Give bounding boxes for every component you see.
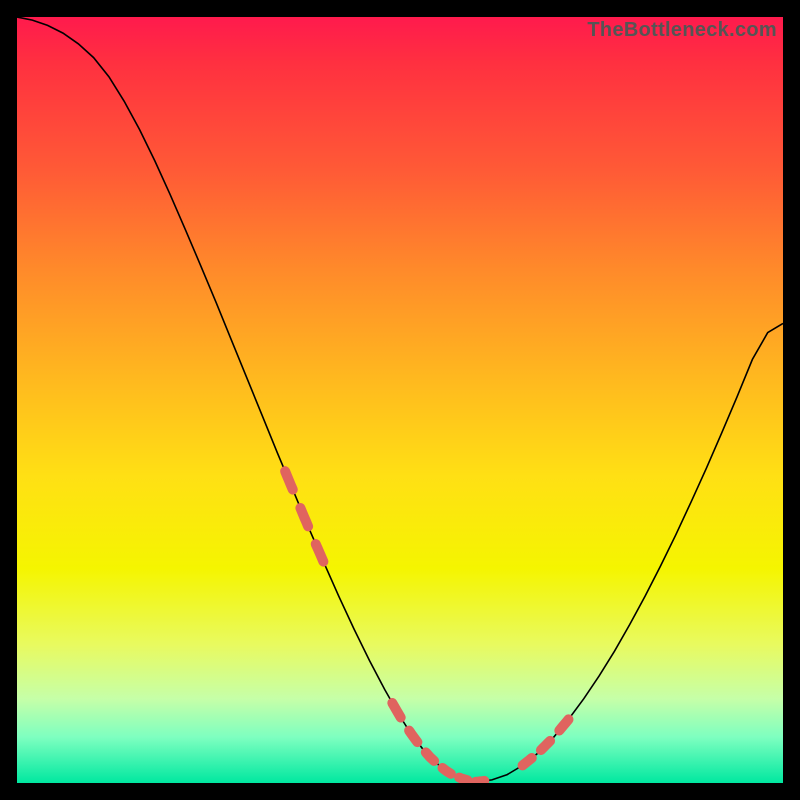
highlight-dash bbox=[426, 752, 434, 761]
curve-highlight-dashes bbox=[285, 471, 568, 782]
highlight-dash bbox=[523, 758, 532, 765]
highlight-dash bbox=[285, 471, 293, 489]
chart-frame: TheBottleneck.com bbox=[0, 0, 800, 800]
highlight-dash bbox=[316, 544, 324, 562]
highlight-dash bbox=[392, 703, 400, 718]
plot-gradient-background: TheBottleneck.com bbox=[17, 17, 783, 783]
highlight-dash bbox=[459, 778, 467, 781]
bottleneck-curve bbox=[17, 17, 783, 783]
highlight-dash bbox=[476, 781, 484, 782]
curve-path bbox=[17, 17, 783, 782]
highlight-dash bbox=[443, 768, 451, 774]
highlight-dash bbox=[541, 741, 550, 750]
highlight-dash bbox=[300, 508, 308, 526]
highlight-dash bbox=[559, 719, 568, 730]
highlight-dash bbox=[409, 731, 417, 743]
